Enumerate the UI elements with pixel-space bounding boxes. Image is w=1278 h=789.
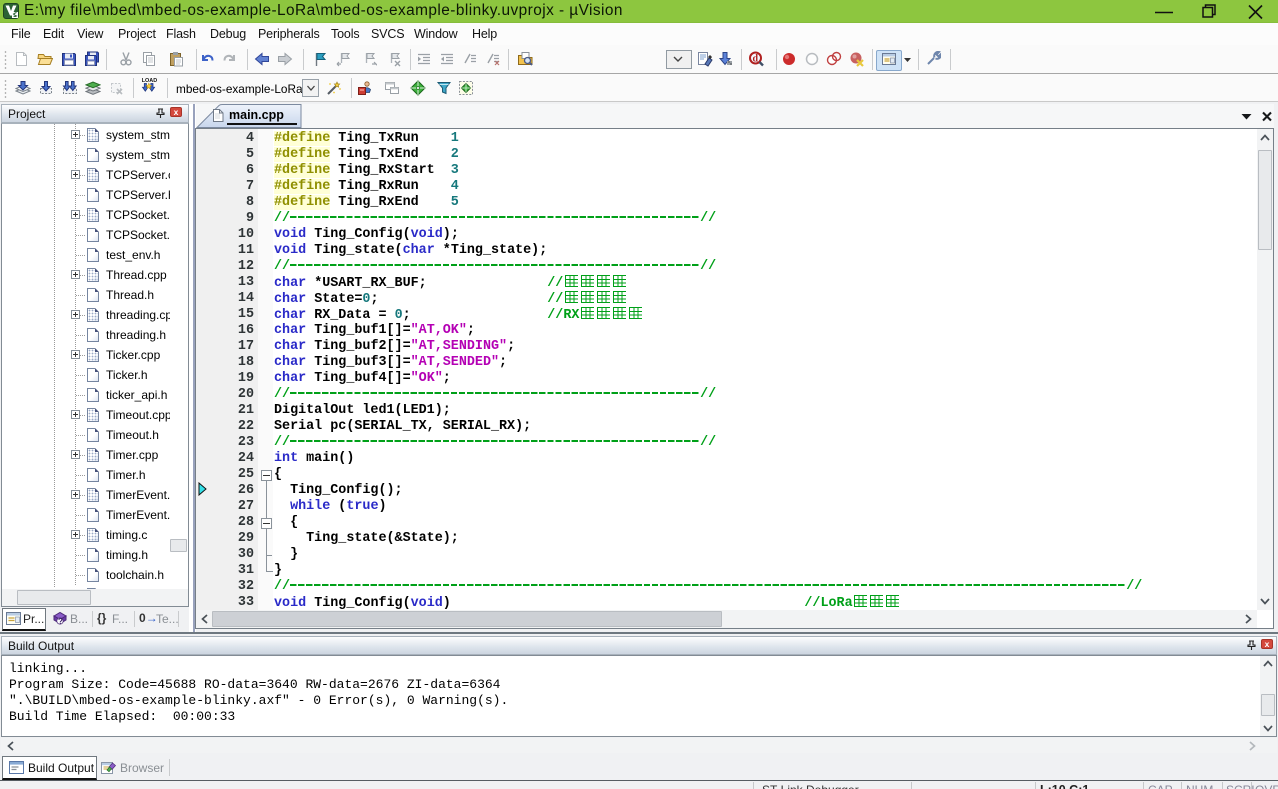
svg-text:?: ? xyxy=(58,617,63,626)
svg-text:d: d xyxy=(753,54,759,65)
